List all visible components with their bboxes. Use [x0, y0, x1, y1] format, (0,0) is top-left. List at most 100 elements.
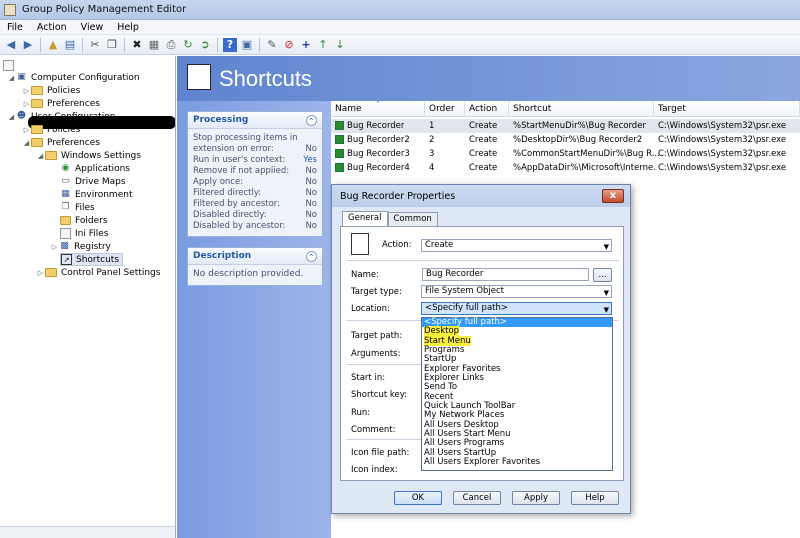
show-hide-tree-icon[interactable]: ▤	[63, 38, 77, 52]
target-type-label: Target type:	[351, 287, 402, 297]
tab-general[interactable]: General	[342, 211, 388, 226]
processing-header[interactable]: Processing ⌃	[188, 112, 322, 129]
description-text: No description provided.	[188, 265, 322, 285]
tree-windows-settings[interactable]: ◢ Windows Settings	[36, 149, 141, 162]
forward-icon[interactable]: ▶	[21, 38, 35, 52]
shortcut-icon	[351, 233, 369, 255]
run-label: Run:	[351, 408, 371, 418]
column-header-action[interactable]: Action	[465, 101, 509, 117]
processing-row: Stop processing items in extension on er…	[193, 133, 317, 154]
properties-icon[interactable]: ▦	[147, 38, 161, 52]
tree-horizontal-scrollbar[interactable]	[0, 526, 175, 538]
tab-common[interactable]: Common	[387, 212, 438, 226]
ini-file-icon	[60, 228, 71, 239]
stop-icon[interactable]: ⊘	[282, 38, 296, 52]
refresh-icon[interactable]: ↻	[181, 38, 195, 52]
cut-icon[interactable]: ✂	[88, 38, 102, 52]
print-icon[interactable]: ⎙	[164, 38, 178, 52]
location-dropdown-list[interactable]: <Specify full path> Desktop Start Menu P…	[421, 317, 613, 471]
location-select[interactable]: <Specify full path> ▼	[421, 302, 612, 315]
title-bar: Group Policy Management Editor	[0, 0, 800, 20]
details-panel: Processing ⌃ Stop processing items in ex…	[177, 101, 331, 538]
expand-icon[interactable]: ▷	[22, 100, 31, 108]
ok-button[interactable]: OK	[394, 491, 442, 505]
tree-drive-maps[interactable]: ▭ Drive Maps	[60, 175, 125, 188]
tree-cc-preferences[interactable]: ▷ Preferences	[22, 97, 100, 110]
new-item-icon[interactable]: ✎	[265, 38, 279, 52]
tree-cc-policies[interactable]: ▷ Policies	[22, 84, 81, 97]
expand-icon[interactable]: ▷	[36, 269, 45, 277]
sort-ascending-icon: ⌃	[375, 100, 381, 108]
export-icon[interactable]: ➲	[198, 38, 212, 52]
location-option[interactable]: All Users Explorer Favorites	[422, 457, 612, 467]
menu-help[interactable]: Help	[110, 22, 146, 33]
add-icon[interactable]: +	[299, 38, 313, 52]
icon-file-path-label: Icon file path:	[351, 448, 410, 458]
properties-dialog: Bug Recorder Properties x General Common…	[331, 184, 631, 514]
processing-box: Processing ⌃ Stop processing items in ex…	[187, 111, 323, 237]
tree-computer-configuration[interactable]: ◢ ▣ Computer Configuration	[7, 71, 140, 84]
tree-files[interactable]: ❐ Files	[60, 201, 94, 214]
menu-bar: File Action View Help	[0, 20, 800, 35]
shortcuts-banner: Shortcuts	[177, 56, 800, 101]
dropdown-arrow-icon: ▼	[603, 306, 609, 314]
toolbar: ◀ ▶ ▲ ▤ ✂ ❐ ✖ ▦ ⎙ ↻ ➲ ? ▣ ✎ ⊘ + ↑ ↓	[0, 35, 800, 55]
column-header-order[interactable]: Order	[425, 101, 465, 117]
tree-pane[interactable]: ◢ ▣ Computer Configuration ▷ Policies ▷ …	[0, 56, 176, 538]
tree-user-configuration[interactable]: ◢ ☻ User Configuration	[7, 110, 116, 123]
copy-icon[interactable]: ❐	[105, 38, 119, 52]
dialog-title-bar[interactable]: Bug Recorder Properties x	[332, 185, 630, 207]
folder-icon	[31, 99, 43, 108]
tree-applications[interactable]: ◉ Applications	[60, 162, 130, 175]
collapse-chevron-icon[interactable]: ⌃	[306, 250, 317, 262]
tree-registry[interactable]: ▷ ▩ Registry	[50, 240, 111, 253]
collapse-icon[interactable]: ◢	[7, 74, 16, 82]
expand-icon[interactable]: ▷	[22, 126, 31, 134]
expand-icon[interactable]: ▷	[22, 87, 31, 95]
help-icon[interactable]: ?	[223, 37, 237, 52]
apply-button[interactable]: Apply	[512, 491, 560, 505]
tree-control-panel-settings[interactable]: ▷ Control Panel Settings	[36, 266, 161, 279]
name-field[interactable]: Bug Recorder	[422, 268, 589, 281]
action-select[interactable]: Create ▼	[421, 239, 612, 252]
folder-icon	[60, 216, 71, 225]
show-action-pane-icon[interactable]: ▣	[240, 38, 254, 52]
bug-recorder-icon	[335, 163, 344, 172]
browse-button[interactable]: ...	[593, 268, 612, 282]
dropdown-arrow-icon: ▼	[603, 289, 609, 297]
target-type-select[interactable]: File System Object ▼	[421, 285, 612, 298]
tree-shortcuts[interactable]: ↗ Shortcuts	[60, 253, 124, 266]
menu-view[interactable]: View	[74, 22, 111, 33]
expand-icon[interactable]: ▷	[50, 243, 59, 251]
delete-icon[interactable]: ✖	[130, 38, 144, 52]
up-icon[interactable]: ▲	[46, 38, 60, 52]
menu-file[interactable]: File	[0, 22, 30, 33]
move-up-icon[interactable]: ↑	[316, 38, 330, 52]
processing-row: Filtered by ancestor: No	[193, 199, 317, 209]
help-button[interactable]: Help	[571, 491, 619, 505]
description-header[interactable]: Description ⌃	[188, 248, 322, 265]
tree-environment[interactable]: ▦ Environment	[60, 188, 132, 201]
tree-folders[interactable]: Folders	[60, 214, 108, 227]
column-header-target[interactable]: Target	[654, 101, 800, 117]
table-row[interactable]: Bug Recorder3 3 Create %CommonStartMenuD…	[331, 147, 800, 161]
close-button[interactable]: x	[602, 189, 624, 203]
description-box: Description ⌃ No description provided.	[187, 247, 323, 286]
collapse-chevron-icon[interactable]: ⌃	[306, 114, 317, 126]
collapse-icon[interactable]: ◢	[36, 152, 45, 160]
tree-ini-files[interactable]: Ini Files	[60, 227, 108, 240]
table-row[interactable]: Bug Recorder 1 Create %StartMenuDir%\Bug…	[331, 119, 800, 133]
table-row[interactable]: Bug Recorder2 2 Create %DesktopDir%\Bug …	[331, 133, 800, 147]
back-icon[interactable]: ◀	[4, 38, 18, 52]
column-header-shortcut[interactable]: Shortcut	[509, 101, 654, 117]
tree-uc-preferences[interactable]: ◢ Preferences	[22, 136, 100, 149]
cancel-button[interactable]: Cancel	[453, 491, 501, 505]
app-icon	[4, 3, 16, 16]
move-down-icon[interactable]: ↓	[333, 38, 347, 52]
tree-uc-policies[interactable]: ▷ Policies	[22, 123, 81, 136]
collapse-icon[interactable]: ◢	[7, 113, 16, 121]
table-row[interactable]: Bug Recorder4 4 Create %AppDataDir%\Micr…	[331, 161, 800, 175]
column-header-name[interactable]: Name ⌃	[331, 100, 425, 117]
collapse-icon[interactable]: ◢	[22, 139, 31, 147]
menu-action[interactable]: Action	[30, 22, 74, 33]
